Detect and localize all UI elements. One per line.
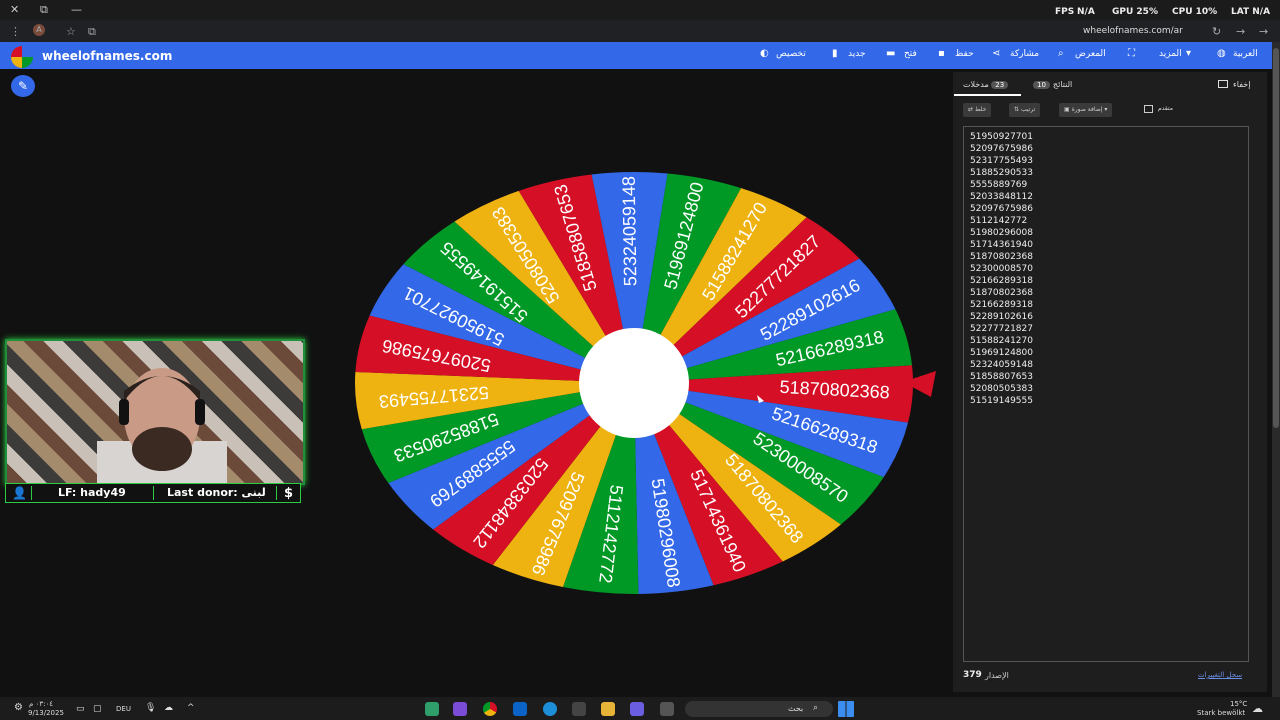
- weather-temp[interactable]: 15°C: [1230, 700, 1247, 708]
- edge-icon[interactable]: [543, 702, 557, 716]
- entry-item[interactable]: 51870802368: [970, 251, 1033, 263]
- entry-item[interactable]: 52317755493: [970, 155, 1033, 167]
- active-tab-indicator: [954, 94, 1021, 96]
- entry-item[interactable]: 51969124800: [970, 347, 1033, 359]
- taskbar-date[interactable]: 9/13/2025: [28, 709, 64, 717]
- chevron-down-icon: ▾: [1104, 106, 1108, 113]
- taskbar-search[interactable]: [685, 701, 833, 717]
- taskbar-time[interactable]: ٠٣:٠٤ م: [29, 700, 53, 708]
- version-number: 379: [963, 670, 982, 680]
- entry-item[interactable]: 51714361940: [970, 239, 1033, 251]
- sort-label: ترتيب: [1020, 106, 1036, 113]
- webcam-overlay: [5, 339, 305, 485]
- entry-item[interactable]: 52097675986: [970, 203, 1033, 215]
- user-icon: 👤: [12, 486, 27, 500]
- tab-entries[interactable]: مدخلات 23: [963, 80, 1011, 89]
- streamer-image: [97, 368, 227, 483]
- sort-icon: ⇅: [1014, 106, 1020, 113]
- last-donor-text: Last donor: لبنى: [167, 486, 266, 499]
- entries-list[interactable]: 51950927701 52097675986 52317755493 5188529…: [970, 131, 1033, 407]
- language-indicator[interactable]: DEU: [116, 705, 131, 713]
- version-label: الإصدار: [985, 671, 1009, 680]
- chrome-icon[interactable]: [483, 702, 497, 716]
- shuffle-label: خلط: [974, 106, 987, 113]
- results-label: النتائج: [1052, 80, 1073, 89]
- entry-item[interactable]: 51588241270: [970, 335, 1033, 347]
- entry-item[interactable]: 52166289318: [970, 275, 1033, 287]
- advanced-label[interactable]: متقدم: [1158, 105, 1173, 112]
- sort-button[interactable]: ⇅ ترتيب: [1009, 103, 1041, 117]
- wheel-segment-label: 52324059148: [619, 176, 641, 286]
- divider: [276, 486, 277, 500]
- dollar-icon: $: [284, 486, 294, 501]
- entry-item[interactable]: 52300008570: [970, 263, 1033, 275]
- entry-item[interactable]: 52097675986: [970, 143, 1033, 155]
- entries-count: 23: [991, 81, 1009, 89]
- wheel-center[interactable]: [579, 328, 689, 438]
- results-count: 10: [1033, 81, 1050, 89]
- entry-item[interactable]: 51950927701: [970, 131, 1033, 143]
- entry-item[interactable]: 52277721827: [970, 323, 1033, 335]
- app-icon[interactable]: [425, 702, 439, 716]
- gear-icon[interactable]: ⚙: [14, 702, 23, 713]
- entries-label: مدخلات: [963, 80, 989, 89]
- hide-label[interactable]: إخفاء: [1233, 80, 1250, 89]
- entry-item[interactable]: 51519149555: [970, 395, 1033, 407]
- mic-icon[interactable]: 🎙: [145, 703, 156, 713]
- notification-icon[interactable]: ▭: [76, 704, 85, 714]
- folder-icon[interactable]: [601, 702, 615, 716]
- app-icon[interactable]: [660, 702, 674, 716]
- display-icon[interactable]: ▢: [93, 704, 102, 714]
- entry-item[interactable]: 52166289318: [970, 299, 1033, 311]
- entry-item[interactable]: 51858807653: [970, 371, 1033, 383]
- entry-item[interactable]: 51870802368: [970, 287, 1033, 299]
- tab-results[interactable]: 10 النتائج: [1033, 80, 1072, 89]
- cloud-icon[interactable]: ☁: [164, 703, 173, 713]
- entry-item[interactable]: 51885290533: [970, 167, 1033, 179]
- entry-item[interactable]: 5112142772: [970, 215, 1033, 227]
- store-icon[interactable]: [572, 702, 586, 716]
- changelog-link[interactable]: سجل التغييرات: [1198, 671, 1242, 679]
- divider: [31, 486, 32, 500]
- search-icon: ⌕: [813, 703, 819, 713]
- add-image-label: إضافة صورة: [1071, 106, 1103, 113]
- advanced-checkbox[interactable]: [1144, 105, 1153, 113]
- scrollbar-thumb[interactable]: [1273, 48, 1279, 428]
- hide-checkbox[interactable]: [1218, 80, 1228, 88]
- windows-start-icon[interactable]: [838, 701, 854, 717]
- divider: [153, 486, 154, 500]
- entry-item[interactable]: 5555889769: [970, 179, 1033, 191]
- entry-item[interactable]: 52080505383: [970, 383, 1033, 395]
- chevron-up-icon[interactable]: ^: [187, 703, 195, 713]
- search-placeholder: بحث: [788, 704, 804, 713]
- app-icon[interactable]: [630, 702, 644, 716]
- entry-item[interactable]: 52033848112: [970, 191, 1033, 203]
- shuffle-icon: ⇄: [968, 106, 974, 113]
- shuffle-button[interactable]: ⇄ خلط: [963, 103, 992, 117]
- add-image-button[interactable]: ▣ إضافة صورة ▾: [1059, 103, 1113, 117]
- weather-cloud-icon: ☁: [1252, 702, 1263, 715]
- entry-item[interactable]: 52324059148: [970, 359, 1033, 371]
- app-icon[interactable]: [453, 702, 467, 716]
- image-icon: ▣: [1064, 106, 1070, 113]
- entry-item[interactable]: 52289102616: [970, 311, 1033, 323]
- lf-text: LF: hady49: [58, 486, 126, 499]
- weather-desc[interactable]: Stark bewölkt: [1197, 709, 1245, 717]
- outlook-icon[interactable]: [513, 702, 527, 716]
- entry-item[interactable]: 51980296008: [970, 227, 1033, 239]
